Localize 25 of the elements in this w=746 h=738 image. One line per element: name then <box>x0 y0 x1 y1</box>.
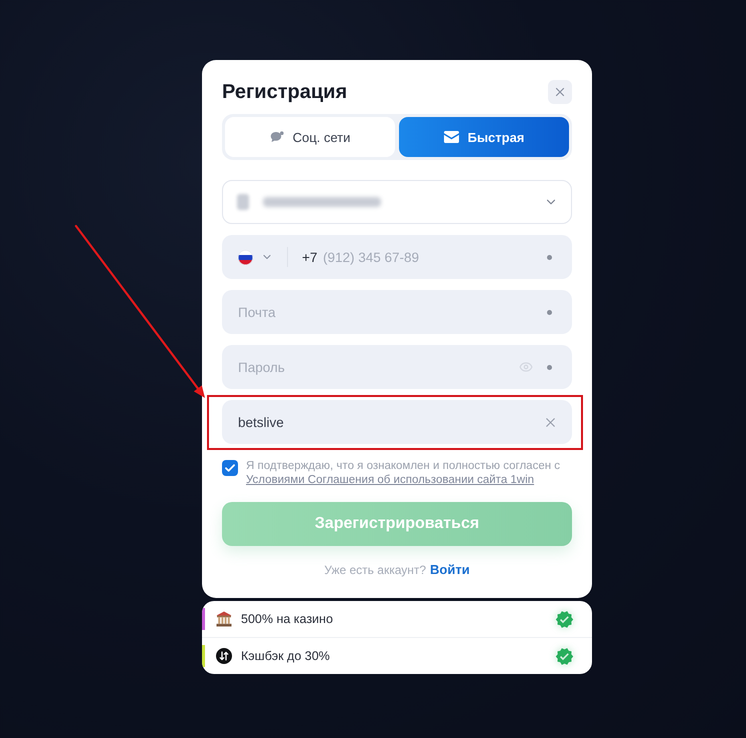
country-selector[interactable] <box>238 250 273 264</box>
blurred-icon <box>237 194 249 210</box>
chat-bubbles-icon <box>270 130 284 144</box>
agreement-checkbox[interactable] <box>222 460 238 476</box>
flag-icon <box>238 250 253 264</box>
close-icon <box>553 85 567 99</box>
dialog-title: Регистрация <box>222 80 348 104</box>
envelope-icon <box>444 131 459 143</box>
bonus-label: 500% на казино <box>241 612 333 626</box>
password-field[interactable]: Пароль <box>222 345 572 389</box>
phone-prefix: +7 <box>302 250 318 264</box>
checkmark-icon <box>225 464 235 472</box>
dropdown-select[interactable] <box>222 180 572 224</box>
close-button[interactable] <box>548 80 572 104</box>
terms-link[interactable]: Условиями Соглашения об использовании сайта 1win <box>246 474 534 486</box>
tab[interactable]: Быстрая <box>399 117 569 157</box>
agreement-text: Я подтверждаю, что я ознакомлен и полностью согласен с Условиями Соглашения об использовании сайта 1win <box>246 460 562 487</box>
login-link[interactable]: Войти <box>430 562 470 577</box>
tab[interactable]: Соц. сети <box>225 117 395 157</box>
bonus-label: Кэшбэк до 30% <box>241 649 330 663</box>
login-prompt: Уже есть аккаунт? Войти <box>323 562 471 578</box>
email-field[interactable]: Почта <box>222 290 572 334</box>
coin-arrows-icon <box>216 648 232 664</box>
promo-code-field[interactable]: betslive <box>222 400 572 444</box>
columned-building-icon <box>216 611 232 627</box>
